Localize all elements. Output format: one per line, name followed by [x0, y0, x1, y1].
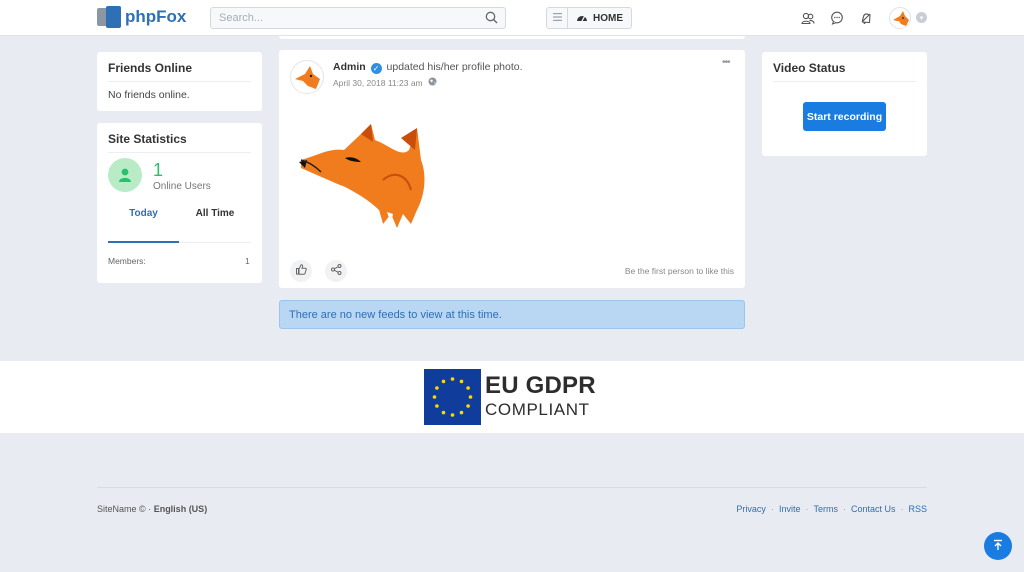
footer-separator: ·	[148, 504, 152, 514]
video-status-title: Video Status	[773, 61, 846, 75]
feed-post: Admin ✓ updated his/her profile photo. A…	[279, 50, 745, 288]
dashboard-icon	[576, 12, 588, 25]
footer-link-separator: ·	[842, 504, 846, 514]
online-users-count: 1	[153, 160, 164, 180]
home-button[interactable]: HOME	[567, 7, 632, 29]
post-headline: Admin ✓ updated his/her profile photo.	[333, 61, 523, 74]
chevron-down-icon[interactable]: ▾	[916, 12, 927, 23]
tab-all-time[interactable]: All Time	[179, 208, 251, 219]
search-input[interactable]	[211, 8, 471, 28]
messages-icon[interactable]	[829, 10, 845, 26]
friend-requests-icon[interactable]	[800, 10, 816, 26]
site-logo[interactable]: phpFox	[97, 6, 186, 28]
friends-online-block: Friends Online No friends online.	[97, 52, 262, 111]
top-navigation-bar: phpFox HOME ▾	[0, 0, 1024, 36]
site-statistics-title: Site Statistics	[108, 132, 187, 146]
post-timestamp[interactable]: April 30, 2018 11:23 am	[333, 78, 423, 88]
footer-link-terms[interactable]: Terms	[813, 504, 838, 514]
tab-today[interactable]: Today	[108, 208, 179, 219]
members-label: Members:	[108, 256, 146, 266]
verified-badge-icon: ✓	[370, 63, 382, 74]
gdpr-title: EU GDPR	[485, 372, 596, 399]
online-users-icon	[108, 158, 142, 192]
feed-composer-edge	[279, 36, 745, 39]
menu-icon	[552, 12, 562, 24]
footer-divider	[97, 487, 927, 488]
friends-online-empty-text: No friends online.	[108, 89, 190, 101]
start-recording-button[interactable]: Start recording	[803, 102, 886, 131]
post-meta: April 30, 2018 11:23 am	[333, 77, 437, 88]
footer-copyright: SiteName © · English (US)	[97, 504, 207, 514]
gdpr-subtitle: COMPLIANT	[485, 400, 590, 419]
share-button[interactable]	[325, 260, 347, 282]
post-author-avatar[interactable]	[290, 60, 324, 94]
no-new-feeds-notice: There are no new feeds to view at this t…	[279, 300, 745, 329]
divider	[108, 152, 251, 153]
footer-link-separator: ·	[770, 504, 774, 514]
footer-link-separator: ·	[805, 504, 809, 514]
language-selector[interactable]: English (US)	[154, 504, 208, 514]
search-icon[interactable]	[485, 11, 498, 27]
home-label: HOME	[593, 12, 623, 24]
post-author[interactable]: Admin	[333, 61, 366, 73]
members-value: 1	[245, 256, 250, 266]
footer-links: Privacy · Invite · Terms · Contact Us · …	[736, 504, 927, 514]
thumbs-up-icon	[295, 264, 307, 278]
divider	[773, 81, 916, 82]
active-tab-indicator	[108, 241, 179, 243]
footer-link-separator: ·	[900, 504, 904, 514]
post-options-icon[interactable]: •••	[722, 57, 730, 68]
like-button[interactable]	[290, 260, 312, 282]
footer-link-privacy[interactable]: Privacy	[736, 504, 766, 514]
post-action: updated his/her profile photo.	[386, 61, 523, 73]
footer-link-contact-us[interactable]: Contact Us	[851, 504, 896, 514]
friends-online-title: Friends Online	[108, 61, 193, 75]
site-name: SiteName ©	[97, 504, 146, 514]
phpfox-logo-icon	[97, 6, 123, 28]
footer-link-rss[interactable]: RSS	[908, 504, 927, 514]
footer-link-invite[interactable]: Invite	[779, 504, 801, 514]
site-statistics-block: Site Statistics 1 Online Users Today All…	[97, 123, 262, 283]
eu-flag-icon	[424, 369, 481, 425]
user-avatar[interactable]	[889, 7, 911, 29]
fox-profile-photo[interactable]	[299, 120, 429, 232]
divider	[108, 81, 251, 82]
logo-text: phpFox	[125, 7, 187, 26]
notifications-bell-icon[interactable]	[858, 10, 874, 26]
globe-privacy-icon[interactable]	[428, 77, 437, 88]
arrow-up-icon	[992, 539, 1004, 554]
online-users-label: Online Users	[153, 181, 211, 192]
share-icon	[330, 264, 342, 278]
scroll-to-top-button[interactable]	[984, 532, 1012, 560]
like-prompt[interactable]: Be the first person to like this	[625, 266, 734, 276]
main-menu-button[interactable]	[546, 7, 568, 29]
search-box	[210, 7, 506, 29]
